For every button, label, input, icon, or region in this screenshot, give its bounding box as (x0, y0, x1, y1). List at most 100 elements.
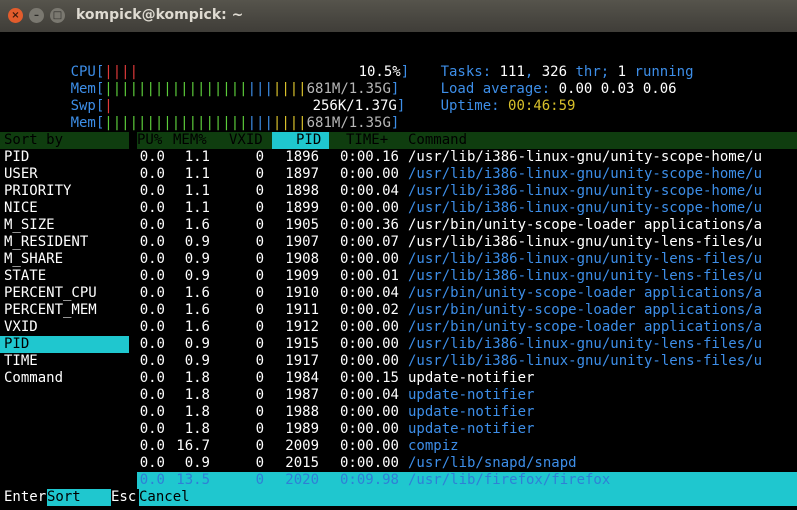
cell-mem: 1.6 (184, 319, 210, 335)
sort-item[interactable]: PRIORITY (4, 183, 71, 200)
col-cpu[interactable]: PU% (137, 132, 162, 149)
cell-pid: 2020 (285, 472, 319, 488)
swap-meter-value: 256K/1.37G] (312, 98, 406, 114)
cell-time: 0:00.15 (339, 370, 399, 386)
cell-cpu: 0.0 (139, 200, 165, 216)
sort-item[interactable]: NICE (4, 200, 38, 217)
sort-item[interactable]: VXID (4, 319, 38, 336)
htop-screen[interactable]: CPU[|||| 10.5%] Mem[||||||||||||||||||||… (0, 32, 797, 510)
cell-time: 0:00.00 (339, 336, 399, 352)
cell-vxid: 0 (255, 421, 264, 437)
cell-cpu: 0.0 (139, 438, 165, 454)
sort-item[interactable]: PERCENT_CPU (4, 285, 97, 302)
cell-mem: 16.7 (176, 438, 210, 454)
cell-vxid: 0 (255, 370, 264, 386)
cell-vxid: 0 (255, 234, 264, 250)
cell-mem: 0.9 (184, 455, 210, 471)
uptime: Uptime: 00:46:59 (440, 98, 576, 114)
cell-vxid: 0 (255, 251, 264, 267)
sort-item[interactable]: M_SIZE (4, 217, 55, 234)
cell-mem: 1.8 (184, 404, 210, 420)
cell-cpu: 0.0 (139, 336, 165, 352)
mem-meter-2: Mem[||||||||||||||||||||||||681M/1.35G] (70, 115, 400, 131)
cell-command: compiz (408, 438, 459, 454)
cell-vxid: 0 (255, 404, 264, 420)
sort-item[interactable]: M_RESIDENT (4, 234, 88, 251)
cell-mem: 1.1 (184, 166, 210, 182)
cell-vxid: 0 (255, 166, 264, 182)
cell-time: 0:00.00 (339, 166, 399, 182)
cell-mem: 1.6 (184, 302, 210, 318)
sort-panel-title: Sort by (4, 132, 64, 148)
cell-time: 0:00.00 (339, 251, 399, 267)
cell-command: /usr/lib/i386-linux-gnu/unity-lens-files… (408, 268, 763, 284)
close-icon[interactable]: × (8, 8, 23, 23)
terminal-window: × – □ kompick@kompick: ~ CPU[|||| 10.5%]… (0, 0, 797, 510)
cell-time: 0:00.02 (339, 302, 399, 318)
cell-command: /usr/lib/i386-linux-gnu/unity-lens-files… (408, 251, 763, 267)
cell-mem: 0.9 (184, 251, 210, 267)
cell-command: /usr/lib/i386-linux-gnu/unity-lens-files… (408, 336, 763, 352)
cell-time: 0:00.00 (339, 455, 399, 471)
cell-cpu: 0.0 (139, 455, 165, 471)
cell-command: /usr/bin/unity-scope-loader applications… (408, 285, 763, 301)
window-title: kompick@kompick: ~ (76, 7, 244, 23)
col-time[interactable]: TIME+ (346, 132, 388, 149)
minimize-icon[interactable]: – (29, 8, 44, 23)
cell-vxid: 0 (255, 336, 264, 352)
title-bar[interactable]: × – □ kompick@kompick: ~ (0, 0, 797, 33)
cell-mem: 1.6 (184, 217, 210, 233)
cell-vxid: 0 (255, 183, 264, 199)
sort-item[interactable]: PERCENT_MEM (4, 302, 97, 319)
enter-key-label: Enter (4, 489, 47, 505)
cpu-meter: CPU[|||| (70, 64, 139, 80)
sort-item[interactable]: STATE (4, 268, 46, 285)
sort-item-selected[interactable]: PID (4, 336, 29, 353)
load-average: Load average: 0.00 0.03 0.06 (440, 81, 677, 97)
cell-pid: 1896 (285, 149, 319, 165)
col-command[interactable]: Command (408, 132, 467, 149)
cell-pid: 1987 (285, 387, 319, 403)
sort-item[interactable]: Command (4, 370, 63, 387)
cell-vxid: 0 (255, 217, 264, 233)
cell-time: 0:00.04 (339, 387, 399, 403)
cell-time: 0:00.36 (339, 217, 399, 233)
mem-meter: Mem[||||||||||||||||||||||||681M/1.35G] (70, 81, 400, 97)
sort-item[interactable]: TIME (4, 353, 38, 370)
cell-pid: 1989 (285, 421, 319, 437)
cell-cpu: 0.0 (139, 217, 165, 233)
cell-mem: 1.8 (184, 387, 210, 403)
sort-action-button[interactable]: Sort (47, 489, 111, 506)
cell-vxid: 0 (255, 319, 264, 335)
cell-mem: 0.9 (184, 336, 210, 352)
cell-pid: 1912 (285, 319, 319, 335)
cell-cpu: 0.0 (139, 149, 165, 165)
cell-command: /usr/lib/i386-linux-gnu/unity-scope-home… (408, 149, 763, 165)
cell-pid: 1899 (285, 200, 319, 216)
cell-mem: 13.5 (176, 472, 210, 488)
sort-item[interactable]: PID (4, 149, 29, 166)
cell-time: 0:00.00 (339, 353, 399, 369)
col-pid[interactable]: PID (296, 132, 321, 149)
cell-pid: 1905 (285, 217, 319, 233)
cell-pid: 1915 (285, 336, 319, 352)
cell-time: 0:00.01 (339, 268, 399, 284)
cell-pid: 1909 (285, 268, 319, 284)
cell-time: 0:00.00 (339, 404, 399, 420)
cell-pid: 1907 (285, 234, 319, 250)
cell-mem: 1.8 (184, 370, 210, 386)
maximize-icon[interactable]: □ (50, 8, 65, 23)
cell-mem: 1.8 (184, 421, 210, 437)
sort-item[interactable]: USER (4, 166, 38, 183)
cell-mem: 0.9 (184, 353, 210, 369)
cancel-action-button[interactable]: Cancel (139, 489, 797, 506)
cell-mem: 1.1 (184, 149, 210, 165)
cell-command: /usr/bin/unity-scope-loader applications… (408, 319, 763, 335)
cell-pid: 1908 (285, 251, 319, 267)
cell-cpu: 0.0 (139, 319, 165, 335)
col-vxid[interactable]: VXID (229, 132, 263, 149)
cell-time: 0:00.00 (339, 438, 399, 454)
col-mem[interactable]: MEM% (173, 132, 207, 149)
cell-cpu: 0.0 (139, 234, 165, 250)
sort-item[interactable]: M_SHARE (4, 251, 63, 268)
